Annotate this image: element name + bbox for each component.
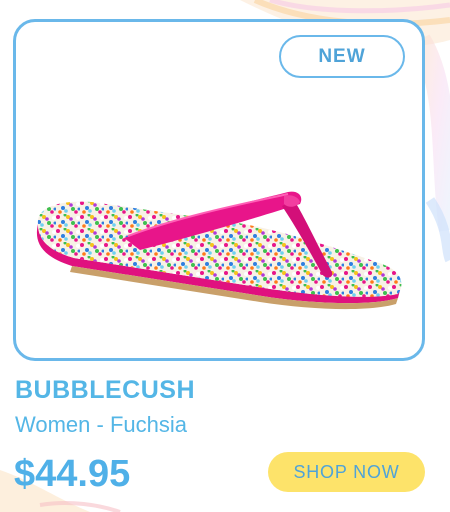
product-price: $44.95 — [14, 453, 131, 495]
new-badge: NEW — [279, 35, 405, 78]
flip-flop-sandal-image[interactable] — [32, 186, 410, 314]
product-brand[interactable]: BUBBLECUSH — [15, 378, 195, 403]
product-subtitle: Women - Fuchsia — [15, 412, 187, 437]
shop-now-button[interactable]: SHOP NOW — [268, 452, 425, 492]
